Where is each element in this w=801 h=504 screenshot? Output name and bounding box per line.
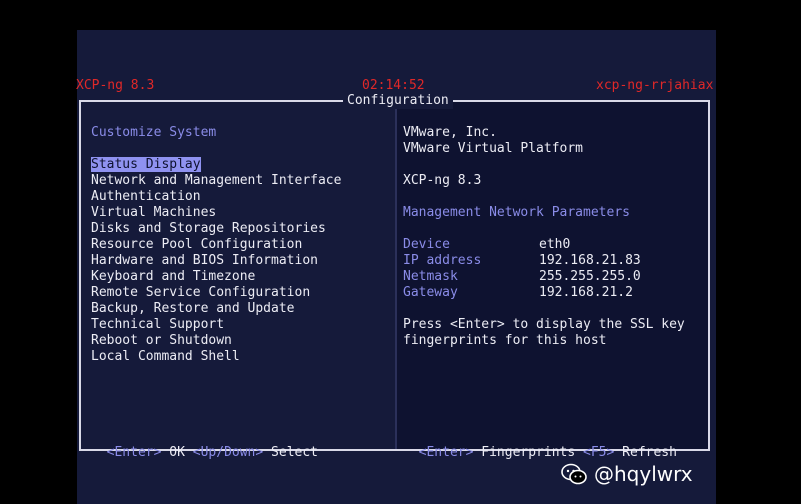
footer-right-hints: <Enter> Fingerprints <F5> Refresh <box>403 429 677 461</box>
product-name: XCP-ng 8.3 <box>403 173 482 188</box>
menu-item-label: Network and Management Interface <box>91 173 342 188</box>
ssl-hint-line-2: fingerprints for this host <box>403 333 607 348</box>
product-version: XCP-ng 8.3 <box>76 78 155 93</box>
gateway-value: 192.168.21.2 <box>539 285 633 300</box>
menu-item-virtual-machines[interactable]: Virtual Machines <box>91 205 341 221</box>
menu-item-authentication[interactable]: Authentication <box>91 189 341 205</box>
hostname: xcp-ng-rrjahiax <box>596 78 714 93</box>
menu-item-reboot-shutdown[interactable]: Reboot or Shutdown <box>91 333 341 349</box>
menu-item-remote-service[interactable]: Remote Service Configuration <box>91 285 341 301</box>
customize-menu: Status Display Network and Management In… <box>91 157 341 365</box>
ok-hint: OK <box>161 445 193 460</box>
menu-item-label: Technical Support <box>91 317 225 332</box>
enter-key-hint: <Enter> <box>418 445 474 460</box>
menu-item-label: Virtual Machines <box>91 205 217 220</box>
menu-item-keyboard-timezone[interactable]: Keyboard and Timezone <box>91 269 341 285</box>
watermark-text: @hqylwrx <box>594 462 693 486</box>
menu-item-label: Hardware and BIOS Information <box>91 253 318 268</box>
menu-item-hardware-bios[interactable]: Hardware and BIOS Information <box>91 253 341 269</box>
menu-item-label: Status Display <box>91 157 201 172</box>
ssl-hint-line-1: Press <Enter> to display the SSL key <box>403 317 685 332</box>
menu-item-label: Resource Pool Configuration <box>91 237 303 252</box>
menu-item-label: Reboot or Shutdown <box>91 333 232 348</box>
select-hint: Select <box>263 445 319 460</box>
menu-item-label: Keyboard and Timezone <box>91 269 256 284</box>
menu-item-resource-pool[interactable]: Resource Pool Configuration <box>91 237 341 253</box>
device-label: Device <box>403 237 450 252</box>
menu-item-status-display[interactable]: Status Display <box>91 157 341 173</box>
watermark: @hqylwrx <box>560 458 693 490</box>
device-value: eth0 <box>539 237 571 252</box>
menu-item-label: Local Command Shell <box>91 349 240 364</box>
enter-key-hint: <Enter> <box>106 445 162 460</box>
dialog-title: Configuration <box>343 93 453 109</box>
menu-item-label: Remote Service Configuration <box>91 285 311 300</box>
menu-item-label: Authentication <box>91 189 201 204</box>
menu-item-local-shell[interactable]: Local Command Shell <box>91 349 341 365</box>
footer-left-hints: <Enter> OK <Up/Down> Select <box>91 429 318 461</box>
menu-item-disks-storage[interactable]: Disks and Storage Repositories <box>91 221 341 237</box>
menu-item-label: Disks and Storage Repositories <box>91 221 326 236</box>
wechat-icon <box>561 463 587 485</box>
network-section-title: Management Network Parameters <box>403 205 630 220</box>
netmask-value: 255.255.255.0 <box>539 269 641 284</box>
gateway-label: Gateway <box>403 285 458 300</box>
ip-address-label: IP address <box>403 253 482 268</box>
menu-item-backup-restore[interactable]: Backup, Restore and Update <box>91 301 341 317</box>
clock: 02:14:52 <box>362 78 425 93</box>
system-vendor: VMware, Inc. <box>403 125 497 140</box>
up-down-key-hint: <Up/Down> <box>192 445 264 460</box>
menu-item-label: Backup, Restore and Update <box>91 301 295 316</box>
ip-address-value: 192.168.21.83 <box>539 253 641 268</box>
menu-title: Customize System <box>91 125 217 140</box>
system-platform: VMware Virtual Platform <box>403 141 584 156</box>
netmask-label: Netmask <box>403 269 458 284</box>
panel-divider <box>395 102 397 449</box>
menu-item-technical-support[interactable]: Technical Support <box>91 317 341 333</box>
menu-item-network-management[interactable]: Network and Management Interface <box>91 173 341 189</box>
